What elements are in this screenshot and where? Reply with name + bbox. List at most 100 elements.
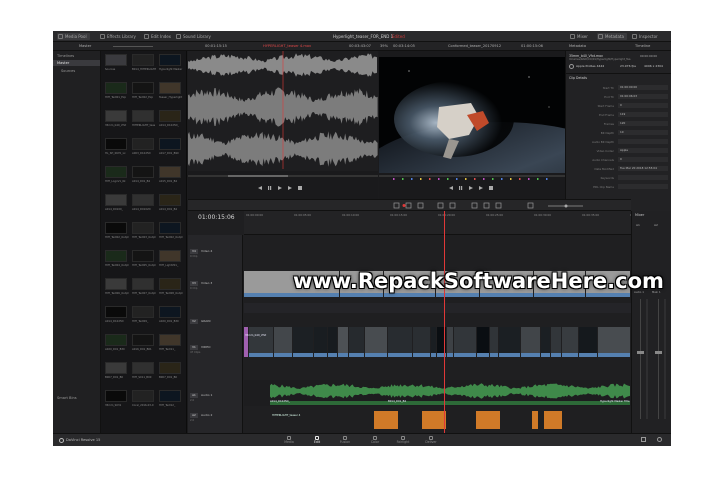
timeline-marker[interactable]	[447, 178, 449, 180]
tab-effects-library[interactable]: Effects Library	[99, 33, 136, 40]
media-pool-clip[interactable]	[159, 110, 181, 122]
timeline-marker[interactable]	[411, 178, 413, 180]
timeline-clip[interactable]	[249, 327, 273, 353]
media-pool-clip[interactable]	[159, 362, 181, 374]
timeline-clip[interactable]	[293, 327, 313, 353]
metadata-value[interactable]: 120	[618, 121, 668, 126]
timeline-marker[interactable]	[510, 178, 512, 180]
media-pool-clip[interactable]	[105, 306, 127, 318]
source-transport-controls[interactable]	[258, 186, 302, 190]
timeline-clip[interactable]	[349, 327, 364, 353]
media-pool-clip[interactable]	[105, 250, 127, 262]
home-icon[interactable]	[641, 437, 646, 442]
media-pool-clip[interactable]	[132, 54, 154, 66]
metadata-value[interactable]: 119	[618, 112, 668, 117]
media-pool-clip[interactable]	[132, 138, 154, 150]
bin-master[interactable]: Master	[53, 60, 100, 66]
timeline-clip[interactable]	[338, 327, 348, 353]
media-pool-clip[interactable]	[105, 138, 127, 150]
media-pool-clip[interactable]	[132, 362, 154, 374]
media-pool-clip[interactable]	[105, 334, 127, 346]
media-pool-clip[interactable]	[159, 390, 181, 402]
timeline-clip[interactable]	[598, 327, 630, 353]
track-header[interactable]: V4 Video 40 Clip	[190, 249, 241, 258]
media-pool-clip[interactable]	[132, 82, 154, 94]
timeline-marker[interactable]	[483, 178, 485, 180]
timeline-clip[interactable]	[499, 327, 520, 353]
page-media[interactable]: Media	[277, 435, 301, 446]
viewer-zoom[interactable]: 39%	[380, 43, 388, 50]
metadata-value[interactable]: 10	[618, 130, 668, 135]
media-pool-clip[interactable]	[132, 306, 154, 318]
page-fusion[interactable]: Fusion	[333, 435, 357, 446]
metadata-value[interactable]: Apple	[618, 148, 668, 153]
metadata-value[interactable]	[618, 184, 668, 189]
metadata-value[interactable]: 0	[618, 157, 668, 162]
media-pool-clip[interactable]	[132, 166, 154, 178]
media-pool-clip[interactable]	[159, 250, 181, 262]
timeline-marker[interactable]	[492, 178, 494, 180]
media-pool-clip[interactable]	[132, 390, 154, 402]
timeline-marker[interactable]	[402, 178, 404, 180]
timeline-marker[interactable]	[546, 178, 548, 180]
media-pool-clip[interactable]	[132, 334, 154, 346]
tab-sound-library[interactable]: Sound Library	[175, 33, 211, 40]
timeline-marker[interactable]	[465, 178, 467, 180]
timeline-clip[interactable]	[521, 327, 540, 353]
timeline-marker[interactable]	[537, 178, 539, 180]
tab-media-pool[interactable]: Media Pool	[57, 33, 90, 40]
timeline-marker[interactable]	[420, 178, 422, 180]
metadata-value[interactable]: Tue Mar 20 2018 12:55:04	[618, 166, 668, 171]
page-fairlight[interactable]: Fairlight	[391, 435, 415, 446]
media-pool-clip[interactable]	[159, 334, 181, 346]
media-pool-clip[interactable]	[159, 82, 181, 94]
timeline-clip[interactable]	[551, 327, 561, 353]
media-pool-clip[interactable]	[105, 54, 127, 66]
fader-main1[interactable]	[658, 299, 659, 419]
tab-inspector[interactable]: Inspector	[631, 33, 658, 40]
timeline-clip[interactable]	[365, 327, 387, 353]
thumbnail-size-slider[interactable]	[113, 46, 153, 47]
timeline-marker[interactable]	[438, 178, 440, 180]
media-pool-clip[interactable]	[105, 194, 127, 206]
timeline-marker[interactable]	[474, 178, 476, 180]
audio-clip[interactable]	[532, 411, 538, 429]
timeline-marker[interactable]	[519, 178, 521, 180]
media-pool-clip[interactable]	[132, 222, 154, 234]
timeline-name[interactable]: Conformed_teaser_20170912	[448, 43, 501, 50]
timeline-clip[interactable]	[388, 327, 412, 353]
timeline-marker[interactable]	[393, 178, 395, 180]
page-deliver[interactable]: Deliver	[419, 435, 443, 446]
tab-mixer[interactable]: Mixer	[569, 33, 588, 40]
timeline-marker[interactable]	[456, 178, 458, 180]
timeline-marker[interactable]	[501, 178, 503, 180]
timeline-clip[interactable]	[490, 327, 498, 353]
timeline-clip[interactable]	[413, 327, 430, 353]
bin-timelines[interactable]: Timelines	[57, 53, 74, 59]
timeline-ruler[interactable]: 01:00:00:00 01:00:05:00 01:00:10:00 01:00:1…	[244, 211, 647, 235]
a1-clip-label[interactable]: HYPERLIGHT_teaser 4	[272, 414, 300, 417]
metadata-value[interactable]	[618, 139, 668, 144]
audio-clip[interactable]	[476, 411, 500, 429]
timeline-clip[interactable]	[579, 327, 597, 353]
media-pool-clip[interactable]	[105, 82, 127, 94]
timeline-marker[interactable]	[429, 178, 431, 180]
bin-sources[interactable]: Sources	[61, 68, 75, 74]
media-pool-clip[interactable]	[159, 54, 181, 66]
v1-clip-label-b[interactable]: B014_D01_B4	[388, 400, 406, 403]
track-header[interactable]: A2 Audio 2 2.0	[190, 413, 241, 422]
timeline[interactable]: 01:00:15:06 01:00:00:00 01:00:05:00 01:00:…	[188, 211, 647, 433]
timeline-clip[interactable]	[447, 327, 453, 353]
metadata-value[interactable]	[618, 175, 668, 180]
media-pool-clip[interactable]	[159, 194, 181, 206]
metadata-value[interactable]: 01:00:06:03	[618, 94, 668, 99]
audio-clip[interactable]	[374, 411, 398, 429]
media-pool-clip[interactable]	[159, 306, 181, 318]
clip-details-section[interactable]: Clip Details	[569, 76, 587, 80]
playhead[interactable]	[444, 211, 445, 433]
media-pool-clip[interactable]	[159, 222, 181, 234]
media-pool-clip[interactable]	[132, 110, 154, 122]
timeline-clip[interactable]	[274, 327, 292, 353]
timeline-clip[interactable]	[314, 327, 327, 353]
timeline-transport-controls[interactable]	[449, 186, 493, 190]
